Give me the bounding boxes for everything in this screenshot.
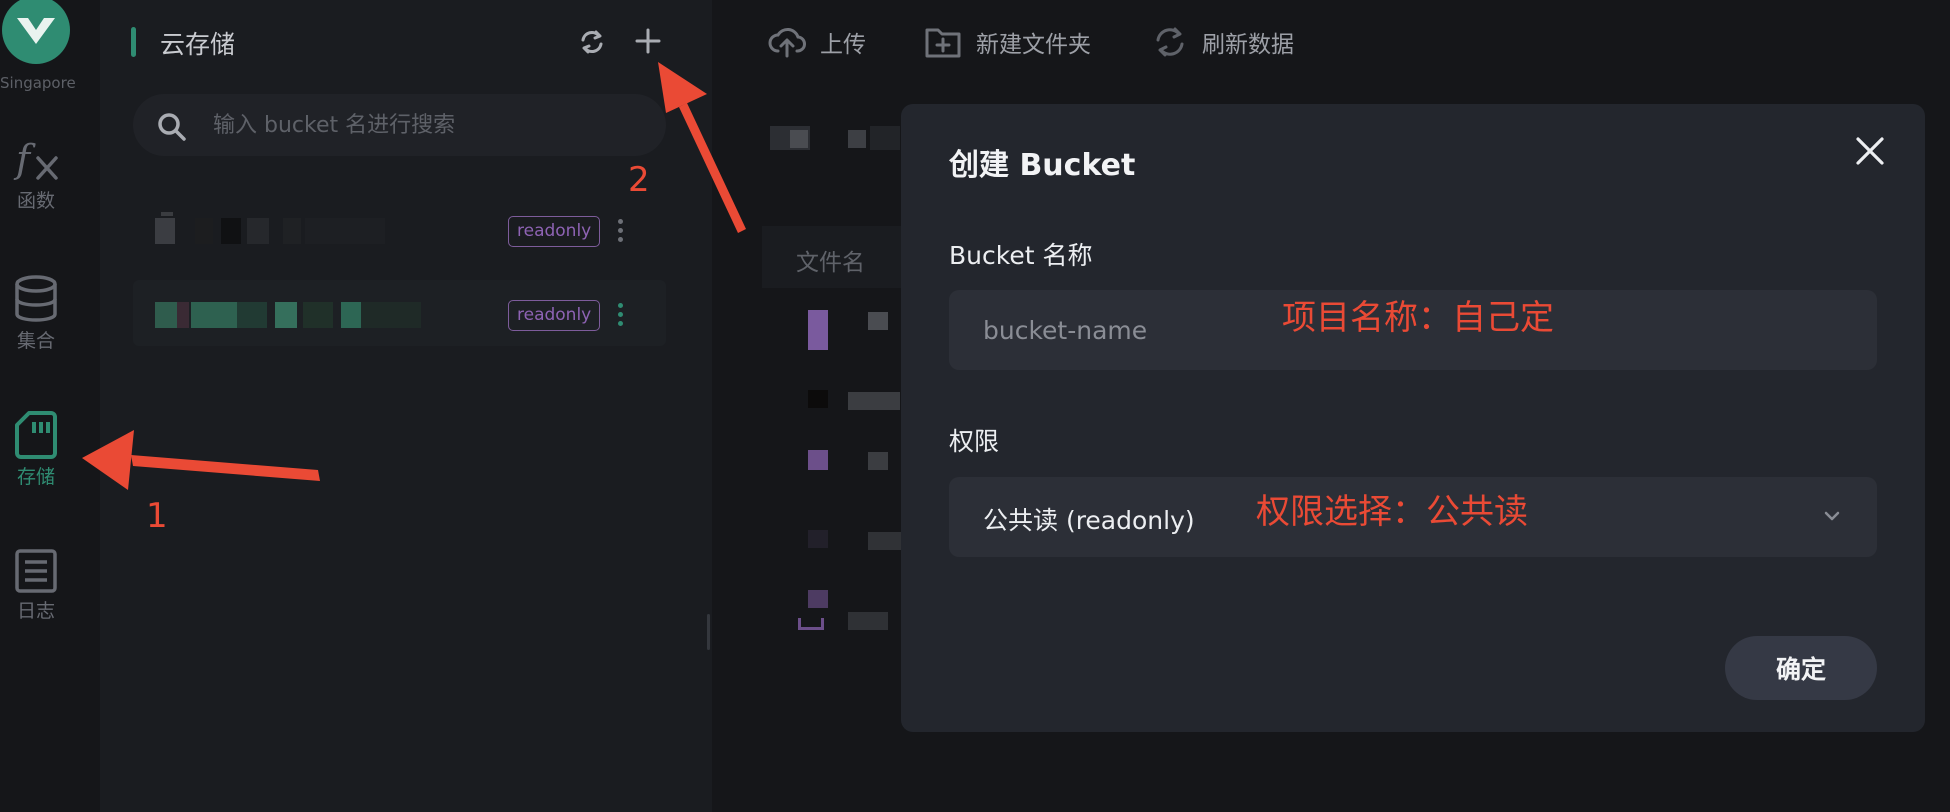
- add-bucket-button[interactable]: [635, 28, 661, 58]
- nav-rail: Singapore f 函数 集合 存储 日志: [0, 0, 100, 812]
- cloud-upload-icon: [768, 28, 806, 58]
- more-options-icon[interactable]: [615, 216, 625, 246]
- bucket-name-label: Bucket 名称: [949, 241, 1093, 270]
- confirm-button[interactable]: 确定: [1725, 636, 1877, 700]
- nav-item-label: 集合: [16, 330, 55, 352]
- panel-resize-handle[interactable]: [707, 614, 710, 650]
- annotation-step-2: 2: [628, 160, 650, 200]
- title-accent-bar: [131, 27, 136, 57]
- new-folder-button[interactable]: 新建文件夹: [924, 22, 1091, 62]
- file-name-redacted: [868, 532, 902, 550]
- bucket-list-item[interactable]: readonly: [133, 280, 666, 346]
- chevron-down-icon: [1824, 511, 1840, 521]
- upload-button[interactable]: 上传: [768, 22, 866, 62]
- path-redacted: [870, 126, 900, 150]
- nav-item-label: 存储: [16, 466, 55, 488]
- database-icon: [15, 275, 57, 322]
- new-folder-label: 新建文件夹: [976, 32, 1091, 58]
- permission-label: 权限: [949, 427, 1000, 456]
- nav-item-label: 日志: [16, 600, 55, 622]
- bucket-search: [133, 94, 666, 156]
- close-icon: [1856, 137, 1884, 165]
- path-redacted: [790, 130, 808, 148]
- upload-label: 上传: [820, 32, 866, 58]
- svg-text:f: f: [13, 138, 36, 181]
- file-icon-redacted: [808, 590, 828, 608]
- search-icon: [158, 113, 186, 141]
- file-name-redacted: [848, 392, 900, 410]
- nav-item-logs[interactable]: 日志: [0, 548, 72, 623]
- create-bucket-dialog: 创建 Bucket Bucket 名称 权限 公共读 (readonly) 确定: [901, 104, 1925, 732]
- file-icon-redacted: [808, 530, 828, 548]
- refresh-icon: [581, 30, 603, 54]
- refresh-icon: [1156, 27, 1184, 57]
- logo-icon: [17, 18, 55, 44]
- refresh-data-button[interactable]: 刷新数据: [1152, 22, 1294, 62]
- refresh-data-label: 刷新数据: [1202, 32, 1294, 58]
- annotation-step-1: 1: [146, 496, 168, 536]
- bucket-name-redacted: [155, 302, 455, 328]
- bucket-name-redacted: [155, 212, 455, 244]
- file-name-redacted: [848, 612, 888, 630]
- function-icon: f: [13, 138, 58, 181]
- nav-item-functions[interactable]: f 函数: [0, 138, 72, 213]
- folder-plus-icon: [925, 28, 961, 58]
- plus-icon: [635, 28, 661, 54]
- path-redacted: [848, 130, 866, 148]
- sidebar-title: 云存储: [160, 30, 236, 59]
- readonly-badge: readonly: [508, 216, 601, 247]
- bucket-list-item[interactable]: readonly: [133, 196, 666, 262]
- annotation-permission-note: 权限选择：公共读: [1256, 492, 1528, 532]
- file-icon-redacted: [798, 618, 824, 630]
- refresh-buckets-button[interactable]: [578, 28, 606, 60]
- close-dialog-button[interactable]: [1855, 136, 1885, 170]
- permission-selected-value: 公共读 (readonly): [983, 506, 1195, 535]
- column-header-filename: 文件名: [796, 250, 865, 276]
- annotation-name-note: 项目名称：自己定: [1282, 298, 1554, 338]
- nav-item-label: 函数: [16, 190, 55, 212]
- nav-item-collections[interactable]: 集合: [0, 274, 72, 353]
- more-options-icon[interactable]: [615, 300, 625, 330]
- search-input[interactable]: [213, 94, 653, 156]
- file-name-redacted: [868, 452, 888, 470]
- storage-card-icon: [15, 411, 57, 459]
- dialog-title: 创建 Bucket: [949, 148, 1136, 183]
- file-icon-redacted: [808, 450, 828, 470]
- file-icon-redacted: [808, 310, 828, 350]
- region-label: Singapore: [0, 74, 76, 92]
- file-name-redacted: [868, 312, 888, 330]
- file-icon-redacted: [808, 390, 828, 408]
- log-icon: [15, 549, 57, 593]
- nav-item-storage[interactable]: 存储: [0, 410, 72, 489]
- readonly-badge: readonly: [508, 300, 601, 331]
- app-logo[interactable]: [2, 0, 70, 64]
